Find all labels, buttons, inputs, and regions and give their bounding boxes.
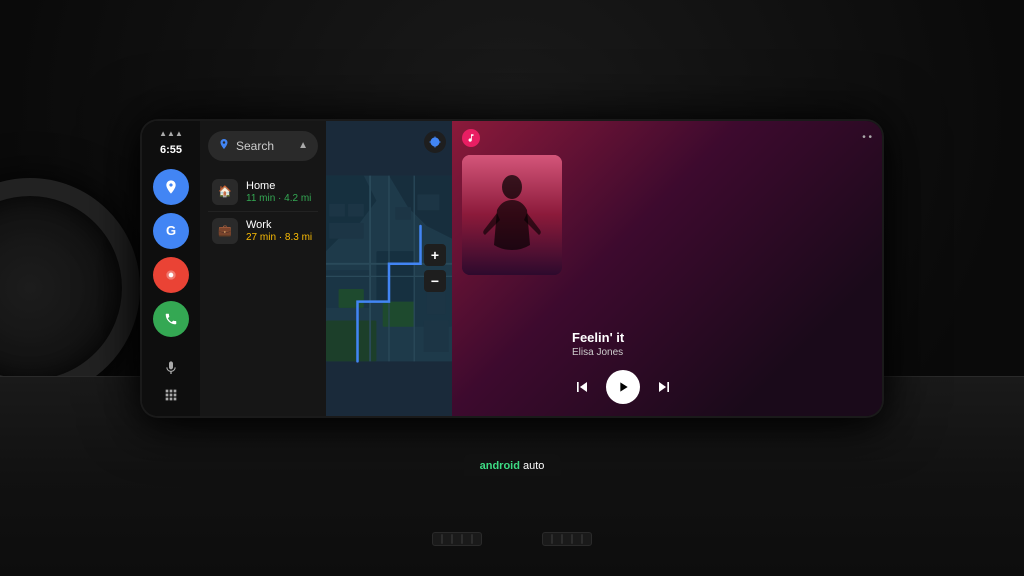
track-artist: Elisa Jones	[572, 347, 872, 358]
android-auto-badge: android auto	[464, 454, 561, 476]
work-detail: 27 min · 8.3 mi	[246, 232, 314, 243]
search-label: Search	[236, 139, 298, 153]
search-chevron-icon: ▲	[298, 140, 308, 151]
work-name: Work	[246, 219, 314, 231]
location-button[interactable]	[424, 131, 446, 153]
home-icon: 🏠	[212, 179, 238, 205]
left-panel: ▲▲▲ 6:55 G	[142, 121, 452, 416]
album-art	[462, 155, 562, 275]
sidebar-icon-red[interactable]	[153, 257, 189, 293]
auto-text: auto	[523, 460, 544, 472]
home-info: Home 11 min · 4.2 mi	[246, 180, 314, 204]
signal-icon: ▲▲▲	[159, 129, 183, 138]
map-area: + −	[326, 121, 452, 416]
home-detail: 11 min · 4.2 mi	[246, 193, 314, 204]
track-info: Feelin' it Elisa Jones	[572, 155, 872, 410]
android-text: android	[480, 460, 520, 472]
vent-slot	[441, 534, 443, 544]
destination-work[interactable]: 💼 Work 27 min · 8.3 mi	[208, 212, 318, 250]
nav-content: Search ▲ 🏠 Home 11 min · 4.2 mi 💼 Work 2…	[200, 121, 326, 416]
music-options-icon[interactable]: • •	[862, 132, 872, 143]
work-icon: 💼	[212, 218, 238, 244]
vent-slot	[561, 534, 563, 544]
search-bar[interactable]: Search ▲	[208, 131, 318, 161]
search-pin-icon	[218, 138, 230, 153]
music-panel: • •	[452, 121, 882, 416]
vent-area	[432, 532, 592, 546]
sidebar-grid-icon[interactable]	[163, 387, 179, 406]
vent-right	[542, 532, 592, 546]
sidebar-mic-icon[interactable]	[163, 360, 179, 381]
map-controls: + −	[424, 244, 446, 292]
vent-slot	[461, 534, 463, 544]
vent-slot	[451, 534, 453, 544]
home-name: Home	[246, 180, 314, 192]
sidebar-icon-google[interactable]: G	[153, 213, 189, 249]
time-display: 6:55	[160, 144, 182, 156]
vent-slot	[551, 534, 553, 544]
work-info: Work 27 min · 8.3 mi	[246, 219, 314, 243]
prev-button[interactable]	[572, 377, 592, 397]
vent-slot	[581, 534, 583, 544]
sidebar-icon-phone[interactable]	[153, 301, 189, 337]
vent-left	[432, 532, 482, 546]
next-button[interactable]	[654, 377, 674, 397]
play-button[interactable]	[606, 370, 640, 404]
destination-list: 🏠 Home 11 min · 4.2 mi 💼 Work 27 min · 8…	[200, 169, 326, 416]
android-auto-screen: ▲▲▲ 6:55 G	[142, 121, 882, 416]
music-header: • •	[452, 121, 882, 151]
sidebar: ▲▲▲ 6:55 G	[142, 121, 200, 416]
zoom-in-button[interactable]: +	[424, 244, 446, 266]
music-app-icon	[462, 129, 480, 147]
android-auto-card: android auto	[464, 454, 561, 476]
music-body: Feelin' it Elisa Jones	[452, 151, 882, 416]
track-name: Feelin' it	[572, 330, 872, 345]
zoom-out-button[interactable]: −	[424, 270, 446, 292]
vent-slot	[571, 534, 573, 544]
vent-slot	[471, 534, 473, 544]
music-controls	[572, 370, 872, 404]
sidebar-icon-maps[interactable]	[153, 169, 189, 205]
destination-home[interactable]: 🏠 Home 11 min · 4.2 mi	[208, 173, 318, 212]
